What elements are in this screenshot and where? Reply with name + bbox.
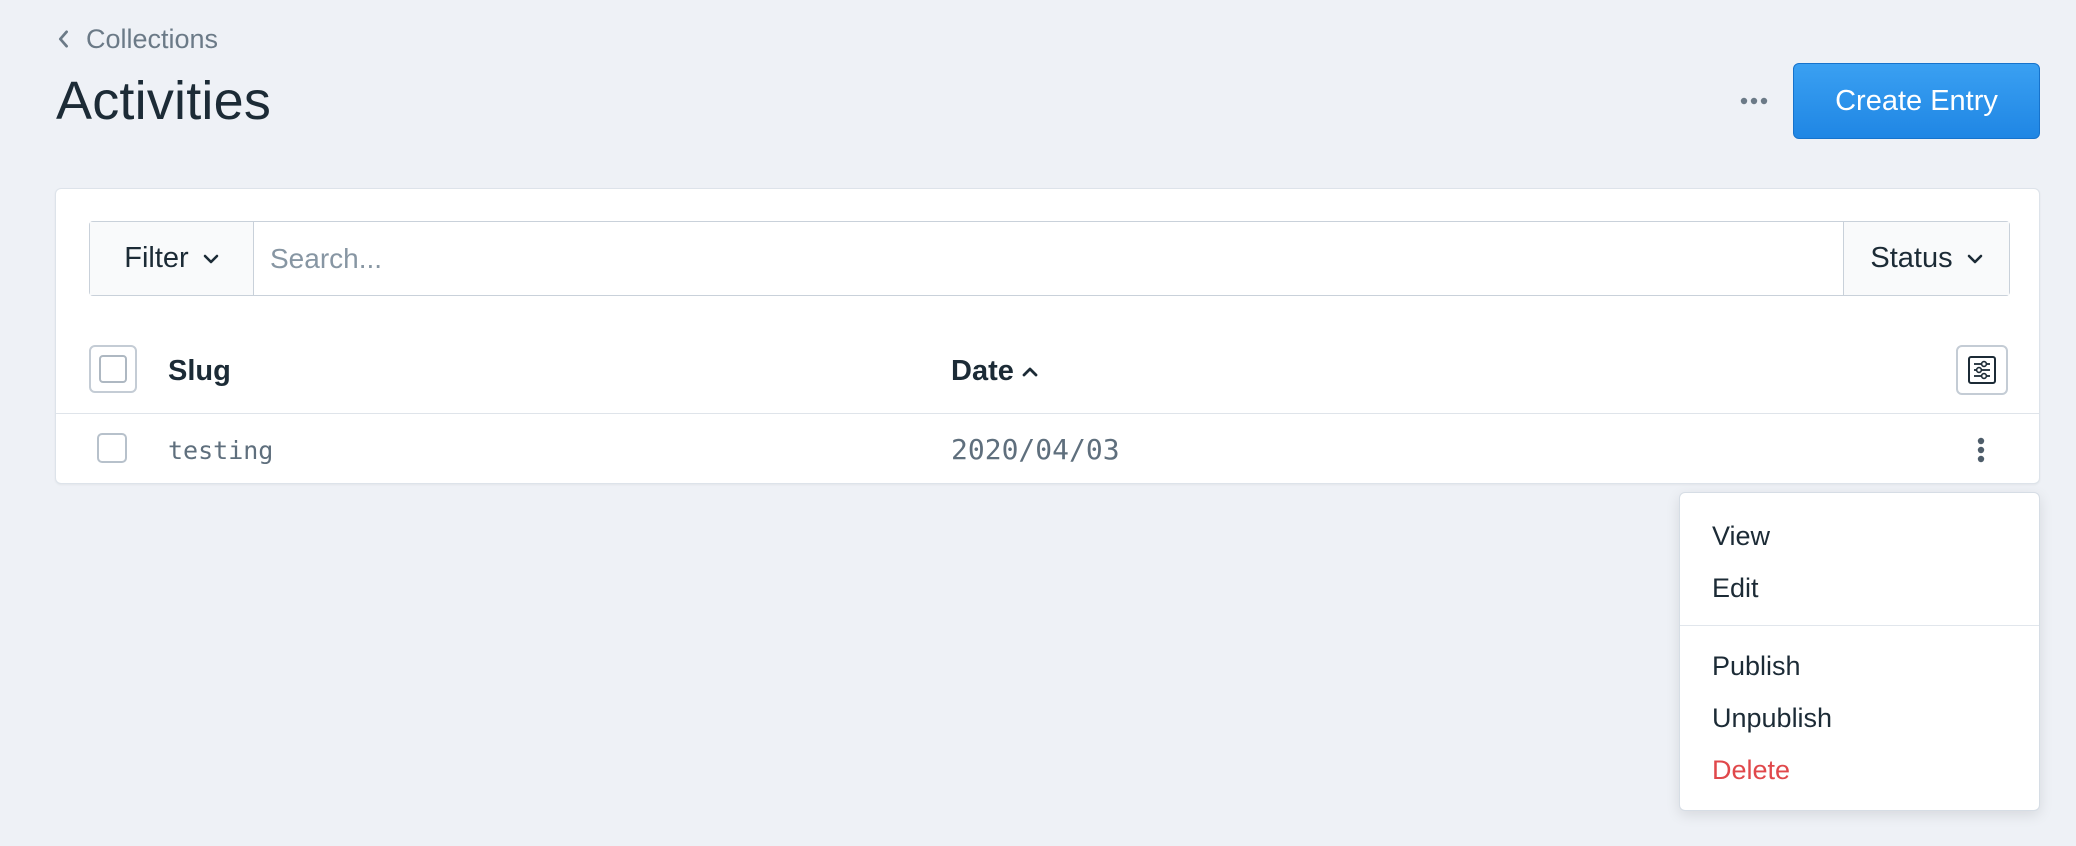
cell-slug[interactable]: testing: [168, 436, 273, 465]
breadcrumb-label[interactable]: Collections: [86, 24, 218, 55]
status-button[interactable]: Status: [1843, 222, 2009, 295]
menu-item-delete[interactable]: Delete: [1712, 755, 1790, 786]
search-input[interactable]: [254, 222, 1843, 295]
row-checkbox[interactable]: [97, 433, 127, 463]
cell-date: 2020/04/03: [951, 433, 1120, 466]
filter-bar: Filter Status: [89, 221, 2010, 296]
row-actions-menu: View Edit Publish Unpublish Delete: [1679, 492, 2040, 811]
column-header-date[interactable]: Date: [951, 355, 1038, 388]
breadcrumb[interactable]: Collections: [54, 24, 218, 55]
chevron-down-icon: [1967, 254, 1982, 263]
chevron-left-icon: [54, 24, 72, 55]
chevron-up-icon: [1022, 367, 1038, 376]
menu-item-unpublish[interactable]: Unpublish: [1712, 703, 1832, 734]
create-entry-button[interactable]: Create Entry: [1793, 63, 2040, 139]
filter-label: Filter: [124, 242, 189, 274]
status-label: Status: [1870, 242, 1953, 274]
menu-item-edit[interactable]: Edit: [1712, 573, 1759, 604]
page-title: Activities: [56, 71, 272, 131]
row-actions-button[interactable]: [1966, 433, 1996, 467]
filter-button[interactable]: Filter: [90, 222, 254, 295]
column-header-date-label: Date: [951, 355, 1014, 387]
menu-divider: [1680, 625, 2039, 626]
more-horizontal-icon: [1740, 97, 1768, 105]
column-settings-button[interactable]: [1956, 345, 2008, 395]
menu-item-view[interactable]: View: [1712, 521, 1770, 552]
checkbox-box: [99, 355, 127, 383]
menu-item-publish[interactable]: Publish: [1712, 651, 1801, 682]
chevron-down-icon: [203, 254, 219, 263]
more-vertical-icon: [1977, 437, 1985, 463]
sliders-icon: [1968, 356, 1996, 384]
listing-card: Filter Status Slug Date testing 2020/04/…: [55, 188, 2040, 484]
column-header-slug[interactable]: Slug: [168, 355, 231, 388]
select-all-checkbox[interactable]: [89, 345, 137, 393]
row-divider: [56, 413, 2039, 414]
more-actions-button[interactable]: [1736, 86, 1772, 116]
